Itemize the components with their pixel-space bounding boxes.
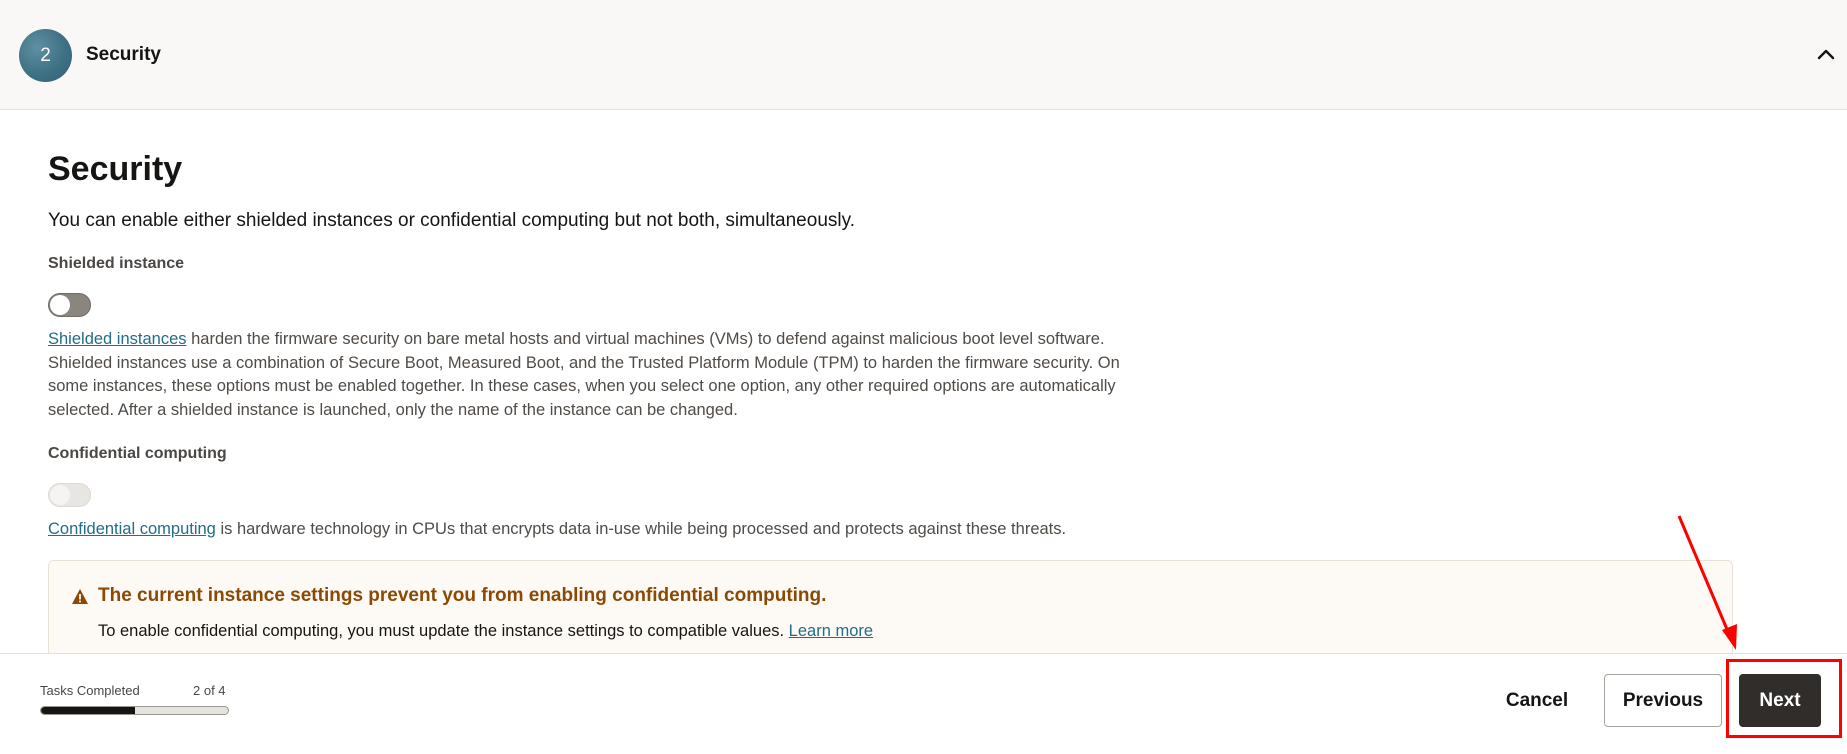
warning-body: To enable confidential computing, you mu… [98,622,873,641]
warning-body-text: To enable confidential computing, you mu… [98,622,789,640]
tasks-completed-count: 2 of 4 [193,683,226,698]
intro-text: You can enable either shielded instances… [48,210,855,231]
confidential-computing-toggle[interactable] [48,483,91,507]
warning-icon [71,588,89,610]
step-header[interactable]: 2 Security [0,0,1847,110]
shielded-instances-link[interactable]: Shielded instances [48,330,187,348]
learn-more-link[interactable]: Learn more [789,622,873,640]
confidential-computing-label: Confidential computing [48,445,227,462]
shielded-instance-toggle[interactable] [48,293,91,317]
toggle-knob [50,295,70,315]
step-title: Security [86,44,161,65]
progress-fill [41,707,135,714]
previous-button[interactable]: Previous [1604,674,1722,727]
confidential-computing-link[interactable]: Confidential computing [48,520,216,538]
step-number-badge: 2 [19,29,72,82]
cancel-button[interactable]: Cancel [1490,674,1584,727]
confidential-description-text: is hardware technology in CPUs that encr… [215,520,1067,538]
confidential-computing-description: Confidential computing is hardware techn… [48,518,1248,542]
wizard-footer: Tasks Completed 2 of 4 Cancel Previous N… [0,653,1847,754]
next-button[interactable]: Next [1739,674,1821,727]
page-title: Security [48,150,183,188]
warning-title: The current instance settings prevent yo… [98,585,827,606]
shielded-instance-description: Shielded instances harden the firmware s… [48,328,1128,422]
shielded-instance-label: Shielded instance [48,255,185,272]
tasks-progress-bar [40,706,229,715]
chevron-up-icon[interactable] [1813,42,1839,68]
tasks-completed-label: Tasks Completed [40,683,140,698]
shielded-description-text: harden the firmware security on bare met… [48,330,1120,419]
toggle-knob [50,485,70,505]
